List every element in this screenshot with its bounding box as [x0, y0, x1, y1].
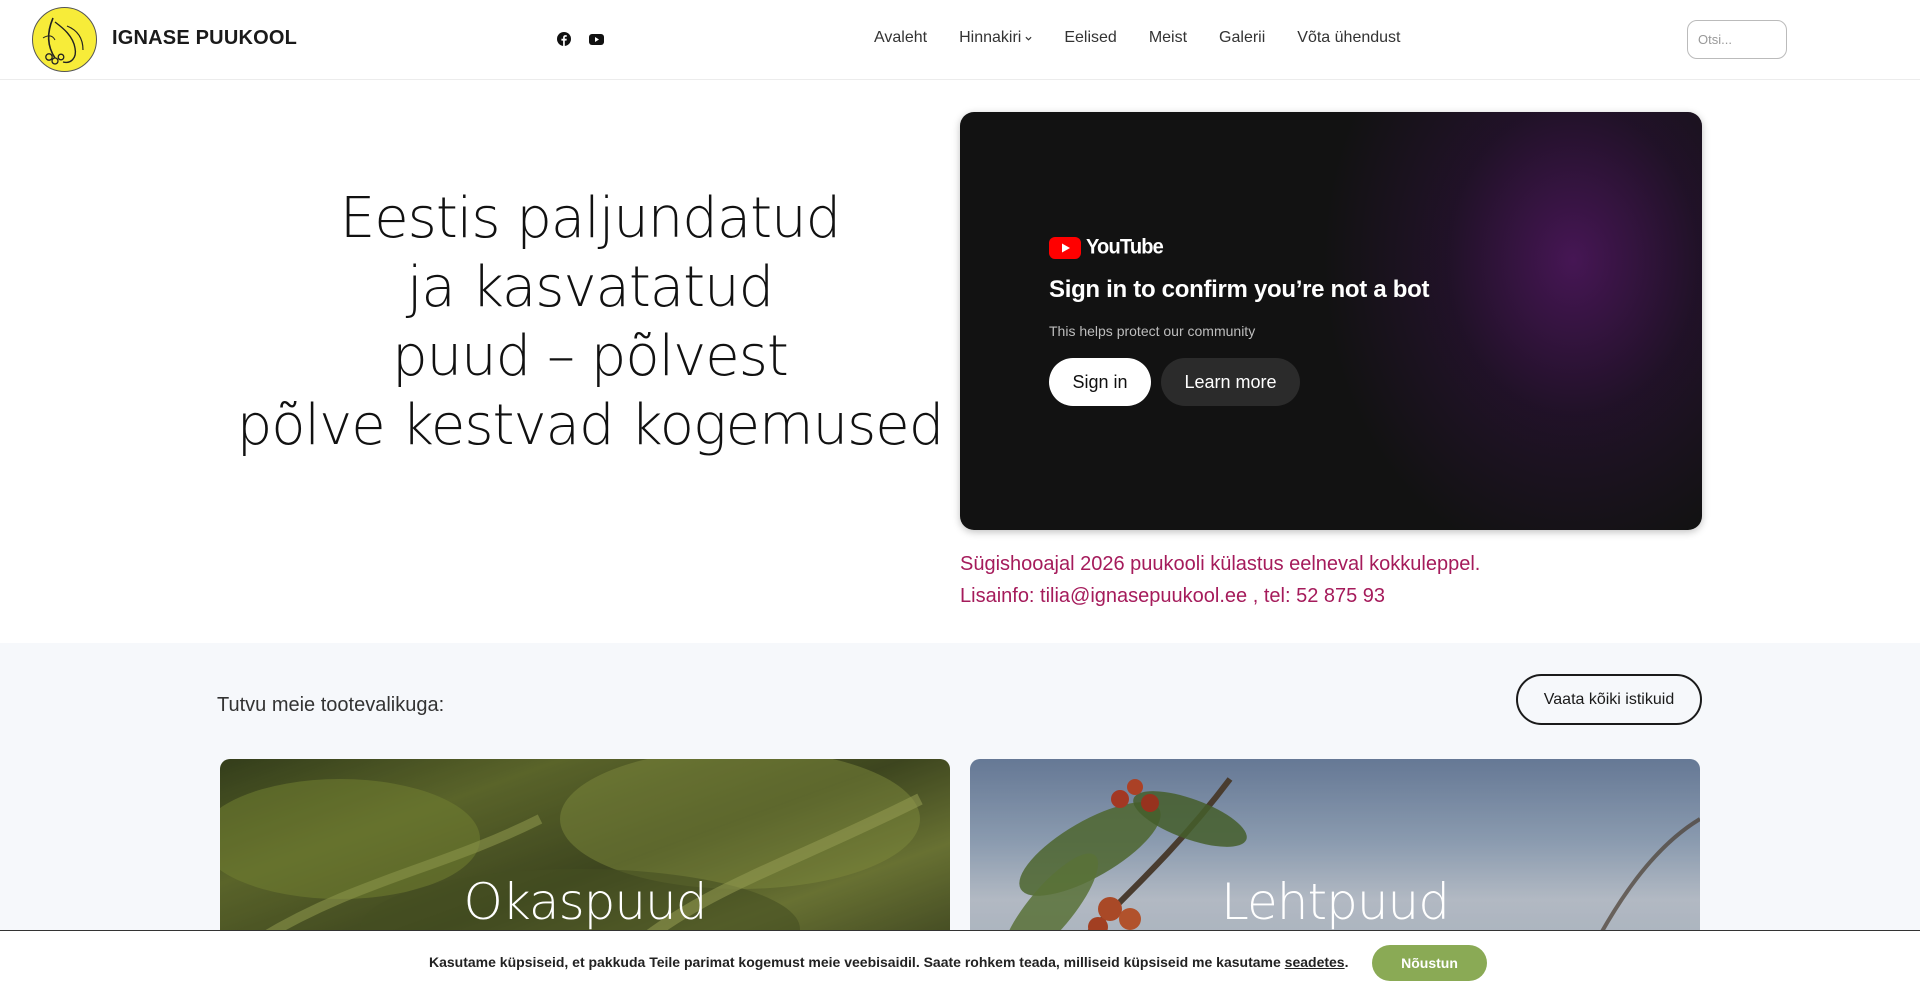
nav-item-vota-uhendust[interactable]: Võta ühendust: [1297, 29, 1400, 47]
nav-label: Galerii: [1219, 29, 1266, 46]
seed-logo-icon: [42, 17, 84, 65]
search-input[interactable]: [1687, 20, 1787, 59]
cookie-banner: Kasutame küpsiseid, et pakkuda Teile par…: [0, 930, 1920, 993]
accept-cookies-button[interactable]: Nõustun: [1372, 945, 1487, 981]
site-header: IGNASE PUUKOOL Avaleht Hinnakiri Eelised…: [0, 0, 1920, 80]
notice-line: Sügishooajal 2026 puukooli külastus eeln…: [960, 553, 1481, 575]
nav-label: Meist: [1148, 29, 1188, 46]
products-intro: Tutvu meie tootevalikuga:: [217, 694, 445, 716]
site-logo[interactable]: [32, 7, 97, 72]
youtube-wordmark: YouTube: [1086, 235, 1164, 259]
cookie-suffix: .: [1344, 954, 1349, 970]
visit-notice: Sügishooajal 2026 puukooli külastus eeln…: [960, 548, 1480, 612]
hero-line: puud – põlvest: [392, 324, 789, 389]
nav-label: Võta ühendust: [1297, 29, 1401, 46]
chevron-down-icon: [1025, 36, 1032, 41]
nav-item-avaleht[interactable]: Avaleht: [874, 29, 927, 47]
youtube-embed[interactable]: YouTube Sign in to confirm you’re not a …: [960, 112, 1702, 530]
youtube-icon[interactable]: [588, 31, 604, 47]
cookie-text: Kasutame küpsiseid, et pakkuda Teile par…: [429, 954, 1281, 970]
view-all-products-button[interactable]: Vaata kõiki istikuid: [1516, 674, 1702, 725]
hero-line: põlve kestvad kogemused: [236, 393, 945, 458]
nav-item-meist[interactable]: Meist: [1149, 29, 1187, 47]
hero-line: ja kasvatatud: [406, 255, 774, 320]
nav-item-hinnakiri[interactable]: Hinnakiri: [959, 29, 1032, 47]
card-title: Lehtpuud: [1221, 873, 1450, 931]
cookie-settings-link[interactable]: seadetes: [1285, 954, 1345, 970]
card-title: Okaspuud: [463, 873, 708, 931]
nav-label: Hinnakiri: [959, 29, 1022, 46]
learn-more-button[interactable]: Learn more: [1161, 358, 1300, 406]
hero-line: Eestis paljundatud: [339, 186, 841, 251]
video-subtitle: This helps protect our community: [1049, 323, 1256, 339]
video-background-glow: [1320, 112, 1702, 530]
cookie-message: Kasutame küpsiseid, et pakkuda Teile par…: [429, 954, 1348, 970]
youtube-logo-icon: [1049, 236, 1081, 259]
sign-in-button[interactable]: Sign in: [1049, 358, 1151, 406]
facebook-icon[interactable]: [556, 31, 572, 47]
video-title: Sign in to confirm you’re not a bot: [1049, 276, 1430, 303]
nav-item-galerii[interactable]: Galerii: [1219, 29, 1265, 47]
site-name[interactable]: IGNASE PUUKOOL: [112, 27, 297, 50]
youtube-brand: YouTube: [1049, 235, 1164, 259]
contact-info: Lisainfo: tilia@ignasepuukool.ee , tel: …: [960, 585, 1386, 607]
hero-heading: Eestis paljundatud ja kasvatatud puud – …: [200, 184, 980, 460]
nav-label: Eelised: [1064, 29, 1117, 46]
nav-label: Avaleht: [874, 29, 928, 46]
nav-item-eelised[interactable]: Eelised: [1064, 29, 1116, 47]
main-navigation: Avaleht Hinnakiri Eelised Meist Galerii …: [874, 29, 1400, 47]
